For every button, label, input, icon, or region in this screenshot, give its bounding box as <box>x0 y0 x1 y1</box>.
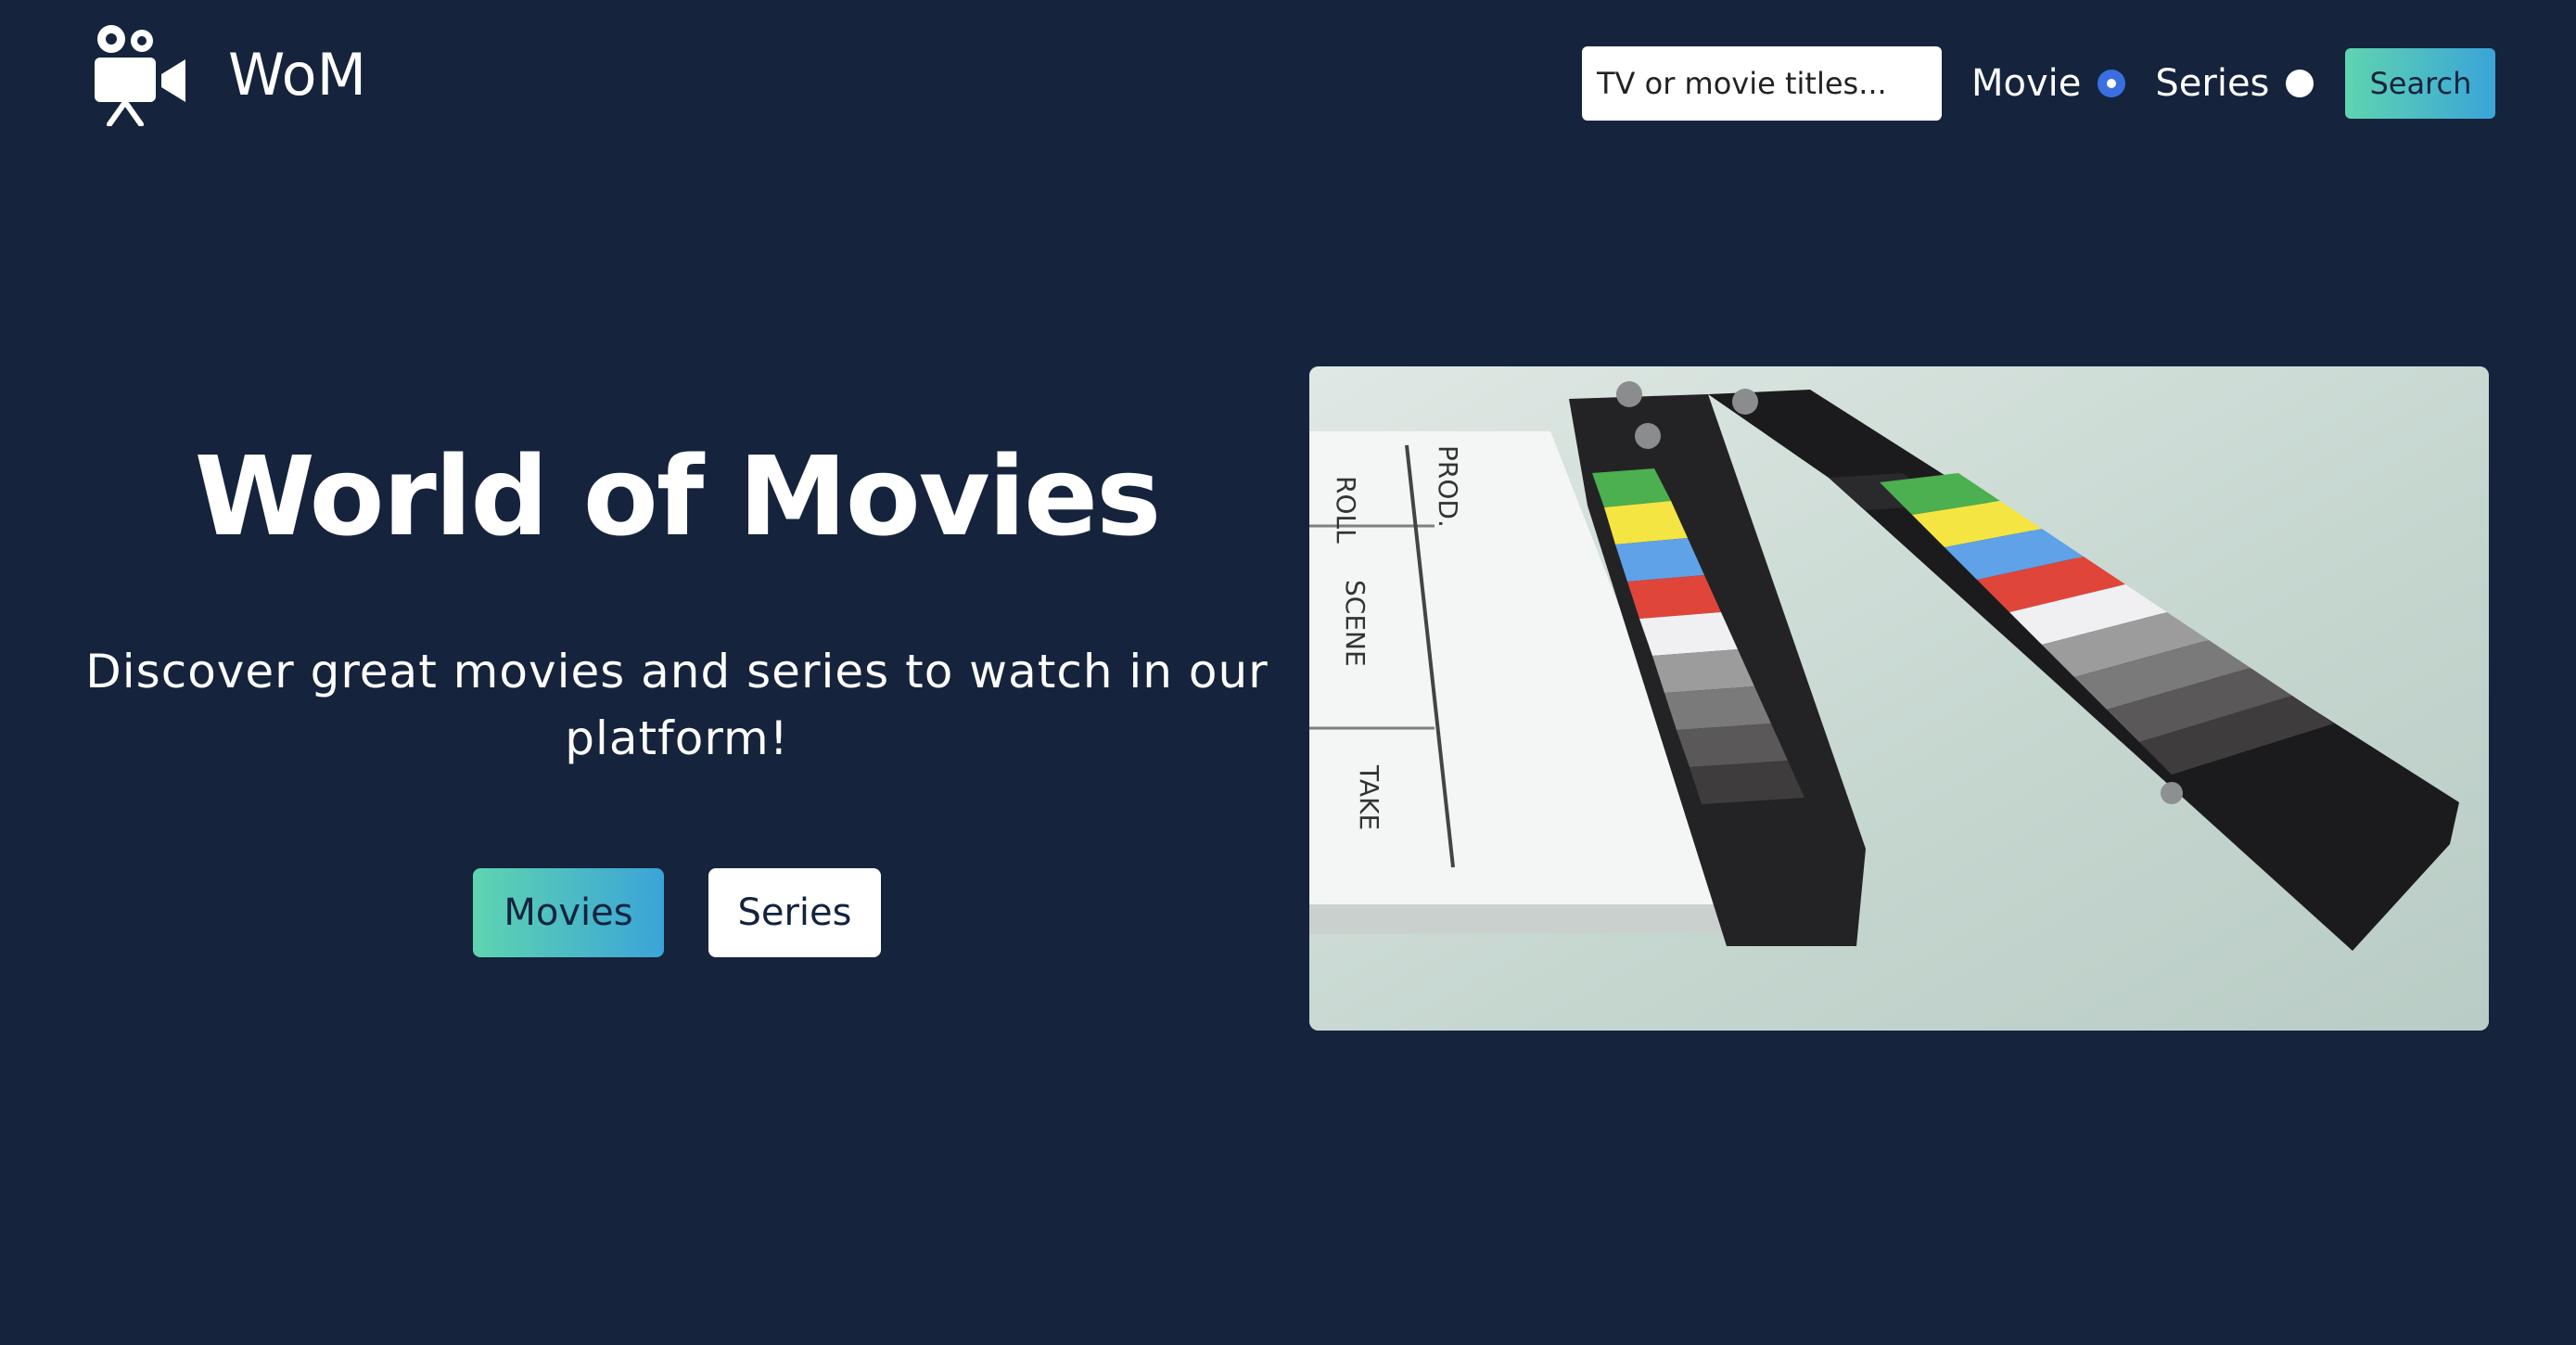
hero-section: World of Movies Discover great movies an… <box>83 436 1270 957</box>
hero-subtitle: Discover great movies and series to watc… <box>85 645 1269 765</box>
movies-button[interactable]: Movies <box>473 868 664 957</box>
radio-series-label: Series <box>2155 62 2270 105</box>
brand-logo[interactable]: WoM <box>91 22 366 126</box>
search-input[interactable] <box>1582 46 1942 121</box>
hero-title: World of Movies <box>194 432 1162 560</box>
brand-name: WoM <box>228 40 367 109</box>
hero-buttons: Movies Series <box>83 868 1270 957</box>
radio-series-group[interactable]: Series <box>2155 62 2315 105</box>
radio-movie-group[interactable]: Movie <box>1971 62 2126 105</box>
movie-camera-icon <box>95 25 185 126</box>
radio-movie-label: Movie <box>1971 62 2082 105</box>
radio-series[interactable] <box>2286 70 2315 97</box>
radio-movie[interactable] <box>2098 70 2126 97</box>
svg-text:TAKE: TAKE <box>1354 764 1384 830</box>
svg-text:PROD.: PROD. <box>1433 445 1463 528</box>
svg-text:SCENE: SCENE <box>1340 580 1371 667</box>
clapperboard-image: ROLL PROD. SCENE TAKE <box>1309 366 2489 1031</box>
search-button[interactable]: Search <box>2345 48 2496 119</box>
search-area: Movie Series Search <box>1582 46 2496 121</box>
svg-text:ROLL: ROLL <box>1331 476 1361 544</box>
series-button[interactable]: Series <box>708 868 881 957</box>
